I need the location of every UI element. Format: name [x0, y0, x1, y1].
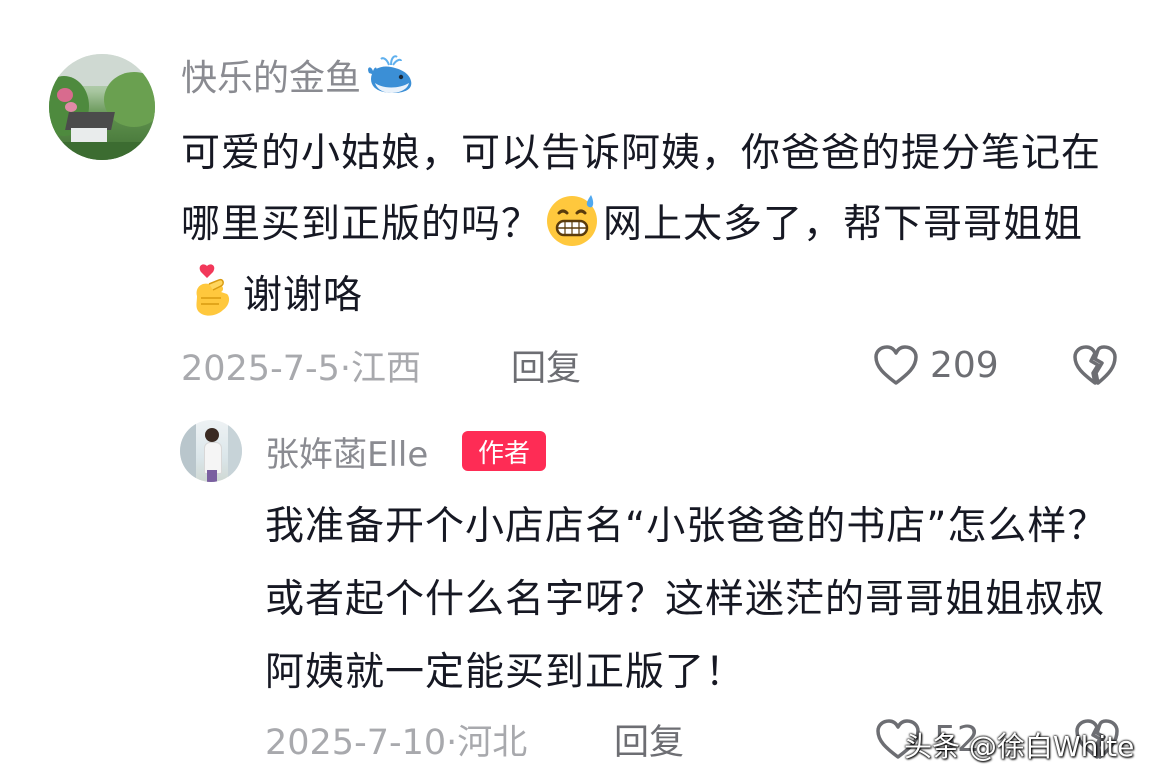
finger-heart-icon [183, 262, 241, 320]
whale-icon [367, 53, 415, 97]
avatar[interactable] [180, 420, 242, 482]
like-button[interactable] [874, 712, 922, 766]
dislike-button[interactable] [1070, 338, 1120, 392]
like-count: 209 [930, 344, 999, 386]
author-badge: 作者 [462, 431, 546, 471]
heart-icon [876, 719, 920, 759]
like-count: 52 [934, 718, 980, 760]
comment-date-location: 2025-7-5·江西 [181, 348, 421, 389]
comment-date-location: 2025-7-10·河北 [265, 722, 528, 763]
comment-text: 我准备开个小店店名“小张爸爸的书店”怎么样？或者起个什么名字呀？这样迷茫的哥哥姐… [265, 504, 1108, 695]
avatar[interactable] [49, 54, 155, 160]
reply-button[interactable]: 回复 [511, 340, 581, 390]
comment-text: 可爱的小姑娘，可以告诉阿姨，你爸爸的提分笔记在哪里买到正版的吗？ 网上太多了，帮… [181, 131, 1102, 320]
broken-heart-icon [1073, 345, 1117, 385]
dislike-button[interactable] [1072, 712, 1122, 766]
broken-heart-icon [1075, 719, 1119, 759]
grinning-sweat-icon [543, 191, 601, 249]
comment-username[interactable]: 张姩菡Elle [265, 428, 428, 475]
like-button[interactable]: 209 [872, 338, 999, 392]
comment-username[interactable]: 快乐的金鱼 [181, 52, 415, 99]
heart-icon [874, 345, 918, 385]
reply-button[interactable]: 回复 [614, 714, 684, 764]
